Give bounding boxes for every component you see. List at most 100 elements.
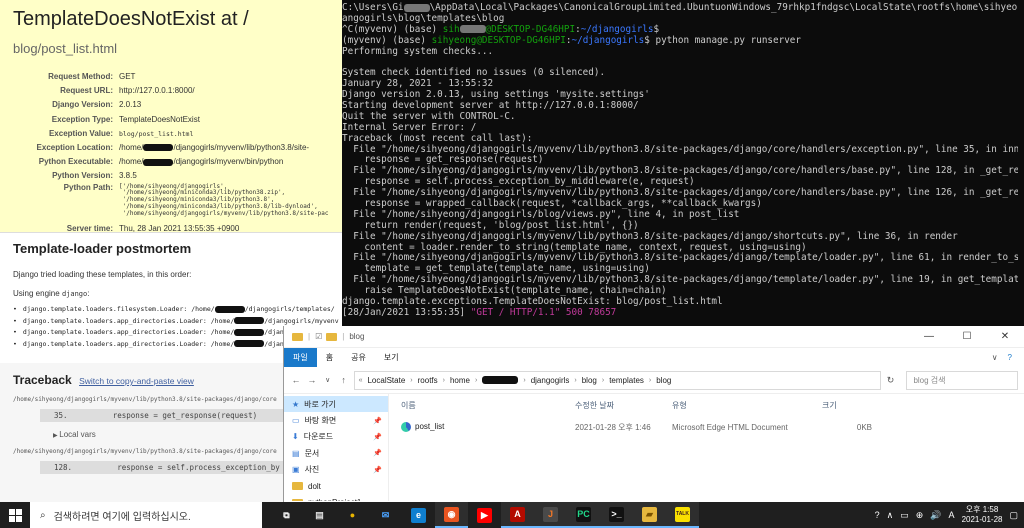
mail-taskbar-button[interactable]: ✉ bbox=[369, 502, 402, 528]
search-input[interactable]: blog 검색 bbox=[906, 370, 1019, 390]
help-icon[interactable]: ? bbox=[875, 510, 880, 521]
refresh-icon[interactable]: ↻ bbox=[885, 375, 897, 386]
tab-file[interactable]: 파일 bbox=[284, 348, 317, 367]
redaction-blot bbox=[403, 3, 430, 12]
column-date[interactable]: 수정한 날짜 bbox=[575, 400, 672, 411]
redaction-blot bbox=[234, 328, 265, 336]
chevron-left-icon: « bbox=[358, 376, 363, 384]
notification-icon[interactable]: ▢ bbox=[1009, 510, 1018, 521]
back-arrow-icon[interactable]: ← bbox=[290, 375, 302, 385]
meta-value: TemplateDoesNotExist bbox=[119, 114, 200, 124]
terminal-text: File "/home/sihyeong/djangogirls/myvenv/… bbox=[342, 165, 1024, 177]
terminal-text: "GET / HTTP/1.1" 500 78657 bbox=[470, 306, 617, 318]
tray-icons: ? ∧ ▭ ⊕ 🔊 A bbox=[875, 510, 955, 521]
switch-view-link[interactable]: Switch to copy-and-paste view bbox=[79, 376, 194, 386]
terminal-window[interactable]: C:\Users\Gi \AppData\Local\Packages\Canon… bbox=[342, 0, 1024, 326]
forward-arrow-icon[interactable]: → bbox=[306, 375, 318, 385]
breadcrumb-item[interactable]: djangogirls bbox=[531, 376, 570, 385]
breadcrumb[interactable]: « LocalState › rootfs › home › › djangogirls › blo… bbox=[353, 370, 881, 390]
up-arrow-icon[interactable]: ↑ bbox=[338, 375, 350, 385]
nav-item[interactable]: dolt bbox=[284, 478, 388, 494]
folder-icon bbox=[292, 482, 303, 491]
tab-share[interactable]: 공유 bbox=[342, 348, 375, 367]
breadcrumb-item[interactable]: templates bbox=[609, 376, 644, 385]
nav-item[interactable]: ★ 바로 가기 bbox=[284, 396, 388, 413]
chevron-right-icon: › bbox=[410, 376, 413, 384]
ubuntu-taskbar-button[interactable]: ◉ bbox=[435, 502, 468, 528]
terminal-text: Performing system checks... bbox=[342, 45, 494, 57]
breadcrumb-item[interactable]: rootfs bbox=[418, 376, 438, 385]
file-row[interactable]: post_list 2021-01-28 오후 1:46 Microsoft Edg… bbox=[401, 416, 1024, 438]
chrome-icon: ● bbox=[349, 510, 356, 520]
file-manager-taskbar-button[interactable]: ▤ bbox=[303, 502, 336, 528]
acrobat-taskbar-button[interactable]: A bbox=[501, 502, 534, 528]
meta-key: Python Executable: bbox=[38, 157, 113, 167]
taskbar-search[interactable]: ⌕ 검색하려면 여기에 입력하십시오. bbox=[30, 502, 262, 528]
terminal-text: File "/home/sihyeong/djangogirls/myvenv/… bbox=[342, 274, 1024, 286]
task-view-icon: ⧉ bbox=[283, 509, 290, 520]
terminal-scrollbar[interactable] bbox=[1018, 0, 1024, 326]
loader-item: django.template.loaders.filesystem.Loade… bbox=[13, 304, 342, 316]
start-button[interactable] bbox=[0, 508, 30, 522]
nav-item[interactable]: ⬇ 다운로드 📌 bbox=[284, 429, 388, 445]
breadcrumb-item[interactable]: home bbox=[450, 376, 470, 385]
nav-item[interactable]: ▤ 문서 📌 bbox=[284, 445, 388, 461]
meta-key: Python Version: bbox=[52, 171, 113, 181]
breadcrumb-item[interactable]: blog bbox=[582, 376, 597, 385]
pycharm-taskbar-button[interactable]: PC bbox=[567, 502, 600, 528]
nav-item[interactable]: ▣ 사진 📌 bbox=[284, 462, 388, 478]
meta-value: /home/ /djangogirls/myvenv/lib/python3.8/… bbox=[119, 141, 309, 155]
clock[interactable]: 오후 1:58 2021-01-28 bbox=[962, 505, 1003, 525]
chevron-up-icon[interactable]: ∧ bbox=[887, 510, 894, 521]
battery-icon[interactable]: ▭ bbox=[900, 510, 909, 521]
minimize-button[interactable]: — bbox=[910, 331, 948, 342]
meta-value-pre: /home/ bbox=[119, 157, 144, 167]
task-view-taskbar-button[interactable]: ⧉ bbox=[270, 502, 303, 528]
terminal-icon: >_ bbox=[609, 506, 624, 522]
local-vars-label: Local vars bbox=[59, 430, 96, 439]
column-size[interactable]: 크기 bbox=[822, 400, 872, 411]
tab-view[interactable]: 보기 bbox=[375, 348, 408, 367]
close-button[interactable]: ✕ bbox=[986, 331, 1024, 342]
kakaotalk-taskbar-button[interactable]: TALK bbox=[666, 502, 699, 528]
chrome-taskbar-button[interactable]: ● bbox=[336, 502, 369, 528]
file-list-header: 이름 수정한 날짜 유형 크기 bbox=[401, 394, 1024, 416]
nav-item-label: 다운로드 bbox=[303, 432, 334, 442]
terminal-text: response = wrapped_callback(request, *ca… bbox=[342, 198, 762, 210]
column-type[interactable]: 유형 bbox=[672, 400, 822, 411]
chevron-down-icon[interactable]: ∨ bbox=[322, 376, 334, 384]
traceback-heading-text: Traceback bbox=[13, 373, 72, 387]
redaction-blot bbox=[234, 317, 265, 324]
terminal-text: File "/home/sihyeong/djangogirls/myvenv/… bbox=[342, 230, 958, 242]
terminal-taskbar-button[interactable]: >_ bbox=[600, 502, 633, 528]
maximize-button[interactable]: ☐ bbox=[948, 331, 986, 342]
expand-ribbon-icon[interactable]: ∨ bbox=[992, 353, 998, 362]
terminal-text: System check identified no issues (0 sil… bbox=[342, 67, 606, 79]
column-name[interactable]: 이름 bbox=[401, 400, 575, 411]
volume-icon[interactable]: 🔊 bbox=[930, 510, 941, 521]
network-icon[interactable]: ⊕ bbox=[916, 510, 924, 521]
file-rows: post_list 2021-01-28 오후 1:46 Microsoft Edg… bbox=[401, 416, 1024, 438]
terminal-text: January 28, 2021 - 13:55:32 bbox=[342, 78, 494, 90]
checkbox-icon[interactable]: ☑ bbox=[315, 332, 322, 341]
jupyter-taskbar-button[interactable]: J bbox=[534, 502, 567, 528]
pin-icon: 📌 bbox=[373, 466, 382, 474]
terminal-text: ^C(myvenv) (base) bbox=[342, 23, 443, 35]
taskbar-apps: ⧉ ▤ ● ✉ e ◉ ▶ A J PC >_ ▰ TALK bbox=[270, 502, 699, 528]
explorer-taskbar-button[interactable]: ▰ bbox=[633, 502, 666, 528]
star-icon: ★ bbox=[292, 399, 300, 409]
terminal-text: File "/home/sihyeong/djangogirls/myvenv/… bbox=[342, 143, 1024, 155]
nav-item[interactable]: pythonProject1 bbox=[284, 494, 388, 501]
file-size: 0KB bbox=[856, 422, 872, 432]
explorer-icon: ▰ bbox=[642, 506, 657, 522]
ime-icon[interactable]: A bbox=[949, 510, 955, 521]
breadcrumb-item[interactable]: LocalState bbox=[367, 376, 405, 385]
tab-home[interactable]: 홈 bbox=[317, 348, 342, 367]
breadcrumb-item[interactable]: blog bbox=[656, 376, 671, 385]
youtube-taskbar-button[interactable]: ▶ bbox=[468, 502, 501, 528]
engine-label: Using engine bbox=[13, 289, 60, 298]
edge-taskbar-button[interactable]: e bbox=[402, 502, 435, 528]
help-icon[interactable]: ? bbox=[1008, 353, 1012, 362]
windows-logo-icon bbox=[8, 508, 22, 522]
nav-item[interactable]: ▭ 바탕 화면 📌 bbox=[284, 412, 388, 428]
